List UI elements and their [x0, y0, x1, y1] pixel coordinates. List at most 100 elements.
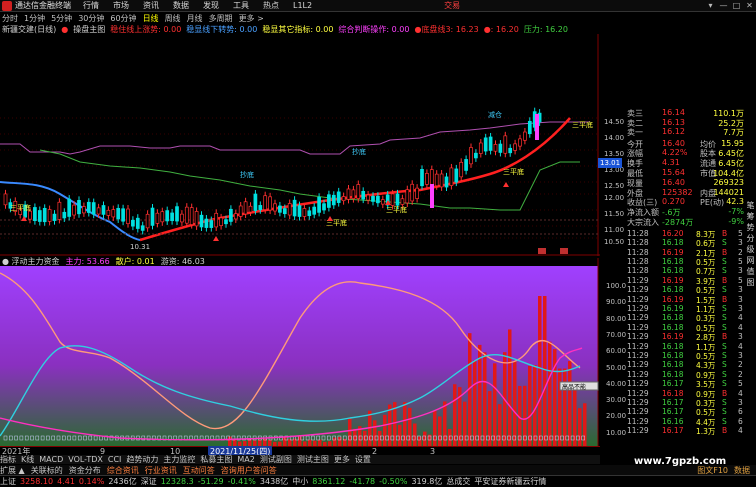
tick-row: 11:28 16.18 0.7万 S 3: [626, 266, 756, 276]
tick-count: 3: [738, 294, 743, 304]
flow-bar: [443, 401, 447, 446]
capital-flow-chart[interactable]: 高品不能: [0, 258, 600, 446]
tick-count: 4: [738, 426, 743, 436]
chart-annotation: 抄底: [240, 170, 254, 179]
period-tab-weekly[interactable]: 周线: [165, 13, 181, 24]
extension-tab[interactable]: 资金分布: [69, 465, 101, 476]
period-tab-1min[interactable]: 1分钟: [24, 13, 45, 24]
indicator-tab[interactable]: 测试副图: [260, 454, 292, 465]
candle-body: [209, 220, 214, 228]
menu-item-tools[interactable]: 工具: [233, 0, 249, 11]
side-tab[interactable]: 分: [747, 233, 755, 244]
menu-item-quotes[interactable]: 行情: [83, 0, 99, 11]
candle-body: [336, 191, 341, 203]
quote-field-row: 大宗流入 -2874万 -9%: [626, 217, 756, 227]
candle-body: [180, 213, 184, 223]
menu-item-data[interactable]: 数据: [173, 0, 189, 11]
trade-button[interactable]: 交易: [444, 0, 460, 11]
indicator-value: 稳显线下转势: 0.00: [186, 24, 258, 34]
menu-item-discover[interactable]: 发现: [203, 0, 219, 11]
tick-price: 16.18: [662, 256, 684, 266]
period-tab-5min[interactable]: 5分钟: [51, 13, 72, 24]
extension-tab[interactable]: 行业资讯: [145, 465, 177, 476]
field-value: -2874万: [662, 217, 694, 227]
candle-body: [268, 196, 272, 211]
indicator-tab[interactable]: K线: [21, 454, 34, 465]
period-tab-multi[interactable]: 多周期: [209, 13, 233, 24]
candle-body: [474, 152, 478, 159]
candle-body: [527, 120, 532, 135]
menu-item-news[interactable]: 资讯: [143, 0, 159, 11]
period-tab-daily[interactable]: 日线: [143, 13, 159, 24]
side-tab[interactable]: 值: [747, 266, 755, 277]
menu-item-l1l2[interactable]: L1L2: [293, 1, 312, 10]
menu-item-hot[interactable]: 热点: [263, 0, 279, 11]
flow-bar: [398, 424, 402, 446]
side-tab[interactable]: 级: [747, 244, 755, 255]
indicator-tab[interactable]: 趋势动力: [126, 454, 158, 465]
maximize-icon[interactable]: □: [730, 0, 743, 11]
extension-tab[interactable]: 关联标的: [31, 465, 63, 476]
flow-bar: [513, 361, 517, 446]
dropdown-icon[interactable]: ▾: [704, 0, 717, 11]
candle-body: [77, 200, 81, 215]
indicator-tab[interactable]: 测试主图: [297, 454, 329, 465]
period-tab-30min[interactable]: 30分钟: [78, 13, 104, 24]
quote-field-row: 现量 16.40 269323: [626, 178, 756, 188]
ask-label: 卖一: [627, 128, 643, 137]
indicator-tab[interactable]: 设置: [355, 454, 371, 465]
indicator-tab[interactable]: MACD: [39, 455, 63, 464]
period-tab-more[interactable]: 更多 >: [239, 13, 264, 24]
period-tab-monthly[interactable]: 月线: [187, 13, 203, 24]
indicator-tab[interactable]: 主力监控: [163, 454, 195, 465]
indicator-tab[interactable]: VOL-TDX: [68, 455, 103, 464]
status-item: -0.41%: [227, 477, 256, 486]
indicator-tab[interactable]: 私募主图: [200, 454, 232, 465]
side-tab[interactable]: 笔: [747, 200, 755, 211]
tick-side: S: [722, 407, 727, 417]
tick-row: 11:29 16.16 4.4万 S 6: [626, 417, 756, 427]
minimize-icon[interactable]: —: [717, 0, 730, 11]
flow-bar: [363, 430, 367, 446]
side-tab[interactable]: 网: [747, 255, 755, 266]
tick-price: 16.17: [662, 397, 684, 407]
candle-body: [307, 210, 312, 217]
indicator-value: 稳住线上涨势: 0.00: [110, 24, 182, 34]
indicator-tab[interactable]: CCI: [108, 455, 122, 464]
close-icon[interactable]: ✕: [743, 0, 756, 11]
side-tab[interactable]: 图: [747, 277, 755, 288]
tick-price: 16.18: [662, 350, 684, 360]
extension-tab[interactable]: 互动问答: [183, 465, 215, 476]
candle-body: [292, 199, 297, 217]
candle-body: [503, 135, 508, 154]
tick-price: 16.18: [662, 388, 684, 398]
kline-chart[interactable]: 三平底三平底三平底三平底三平底10.31抄底抄底减仓: [0, 34, 600, 256]
tick-side: S: [722, 266, 727, 276]
status-item: 3438亿: [259, 477, 289, 486]
tick-time: 11:29: [627, 303, 649, 313]
tick-price: 16.18: [662, 369, 684, 379]
tick-time: 11:29: [627, 388, 649, 398]
field-value: 144021: [713, 187, 744, 197]
tick-row: 11:29 16.17 3.5万 S 5: [626, 379, 756, 389]
period-tab-fenshi[interactable]: 分时: [2, 13, 18, 24]
extension-tab[interactable]: 咨询用户答问答: [221, 465, 277, 476]
lower-tick-label: 80.00: [606, 314, 627, 323]
indicator-tab[interactable]: 更多: [334, 454, 350, 465]
indicator-tab[interactable]: MA2: [237, 455, 254, 464]
extension-tab[interactable]: 扩展 ▲: [0, 465, 25, 476]
tick-count: 3: [738, 285, 743, 295]
flow-bar: [533, 364, 537, 446]
side-tab[interactable]: 势: [747, 222, 755, 233]
extension-right-tab[interactable]: 数据: [734, 465, 750, 476]
period-tab-60min[interactable]: 60分钟: [110, 13, 136, 24]
extension-tab[interactable]: 综合资讯: [107, 465, 139, 476]
indicator-tab[interactable]: 指标: [0, 454, 16, 465]
tick-row: 11:29 16.17 0.5万 S 6: [626, 407, 756, 417]
menu-item-market[interactable]: 市场: [113, 0, 129, 11]
tick-row: 11:29 16.18 0.5万 S 4: [626, 323, 756, 333]
flow-bar: [348, 418, 352, 446]
tick-row: 11:29 16.19 1.1万 S 3: [626, 304, 756, 314]
tick-time: 11:28: [627, 247, 649, 257]
side-tab[interactable]: 筹: [747, 211, 755, 222]
